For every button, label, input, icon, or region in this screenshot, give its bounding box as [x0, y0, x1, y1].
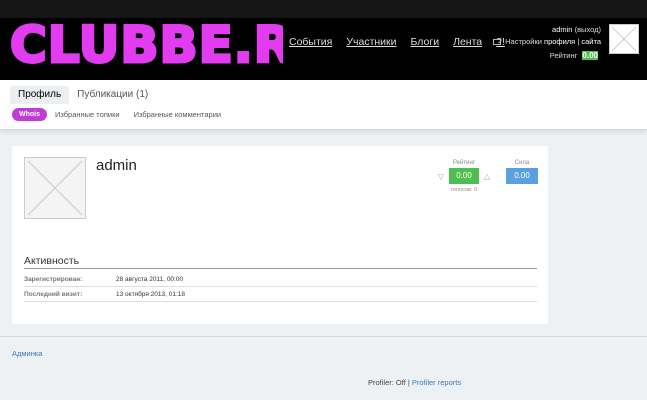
- subtab-favorite-topics[interactable]: Избранные топики: [55, 110, 120, 119]
- votes-count: голосов: 0: [450, 187, 478, 193]
- profile-name: admin: [96, 157, 137, 174]
- envelope-icon[interactable]: [493, 39, 502, 46]
- thumb-down-icon[interactable]: ▽: [436, 172, 446, 181]
- site-logo[interactable]: CLUBBE.RU: [8, 12, 284, 75]
- info-key: Последний визит:: [24, 291, 83, 298]
- svg-text:CLUBBE.RU: CLUBBE.RU: [10, 16, 283, 74]
- profile-subtabs: Whois Избранные топики Избранные коммент…: [12, 108, 235, 121]
- header-rating-value: 0.00: [582, 51, 598, 60]
- activity-divider: [24, 268, 537, 269]
- power-value: 0.00: [506, 168, 538, 184]
- nav-link-events[interactable]: События: [289, 36, 332, 48]
- profiler-status: Profiler: Off |: [368, 378, 410, 387]
- rating-value: 0.00: [449, 168, 479, 184]
- info-row-registered: Зарегистрирован: 28 августа 2011, 00:00: [24, 273, 537, 287]
- profile-avatar: [24, 157, 86, 219]
- admin-link[interactable]: Админка: [12, 349, 42, 358]
- profiler-info: Profiler: Off | Profiler reports: [368, 378, 461, 387]
- separator: |: [577, 37, 580, 46]
- site-settings-link[interactable]: сайта: [581, 37, 601, 46]
- subtab-favorite-comments[interactable]: Избранные комментарии: [134, 110, 222, 119]
- nav-link-blogs[interactable]: Блоги: [411, 36, 440, 48]
- logout-link[interactable]: (выход): [575, 25, 601, 34]
- thumb-up-icon[interactable]: △: [482, 172, 492, 181]
- settings-label: Настройки: [505, 37, 542, 46]
- user-avatar[interactable]: [609, 24, 639, 54]
- tab-profile[interactable]: Профиль: [10, 86, 70, 104]
- info-value: 13 октября 2013, 01:18: [116, 291, 185, 298]
- rating-label: Рейтинг: [452, 160, 476, 166]
- profile-card: admin Рейтинг ▽ 0.00 △ голосов: 0 Сила 0…: [12, 146, 548, 324]
- nav-link-feed[interactable]: Лента: [453, 36, 482, 48]
- power-label: Сила: [514, 160, 530, 166]
- subtab-whois[interactable]: Whois: [12, 108, 47, 121]
- profiler-reports-link[interactable]: Profiler reports: [412, 378, 461, 387]
- site-header: CLUBBE.RU События Участники Блоги Лента …: [0, 0, 647, 80]
- user-block: admin (выход) Настройки профиля | сайта …: [493, 24, 601, 64]
- profile-tabs: Профиль Публикации (1): [10, 86, 156, 104]
- footer-divider: [0, 336, 647, 337]
- main-nav: События Участники Блоги Лента ?!: [289, 36, 519, 48]
- activity-title: Активность: [24, 255, 80, 267]
- nav-link-members[interactable]: Участники: [346, 36, 396, 48]
- profile-settings-link[interactable]: профиля: [544, 37, 575, 46]
- info-value: 28 августа 2011, 00:00: [116, 276, 184, 283]
- rating-box: Рейтинг ▽ 0.00 △ голосов: 0: [432, 160, 496, 193]
- info-key: Зарегистрирован:: [24, 276, 83, 283]
- tab-publications[interactable]: Публикации (1): [69, 86, 156, 104]
- info-row-last-visit: Последний визит: 13 октября 2013, 01:18: [24, 288, 537, 302]
- header-rating-label: Рейтинг: [549, 51, 578, 60]
- power-box: Сила 0.00: [506, 160, 538, 184]
- username[interactable]: admin: [552, 25, 572, 34]
